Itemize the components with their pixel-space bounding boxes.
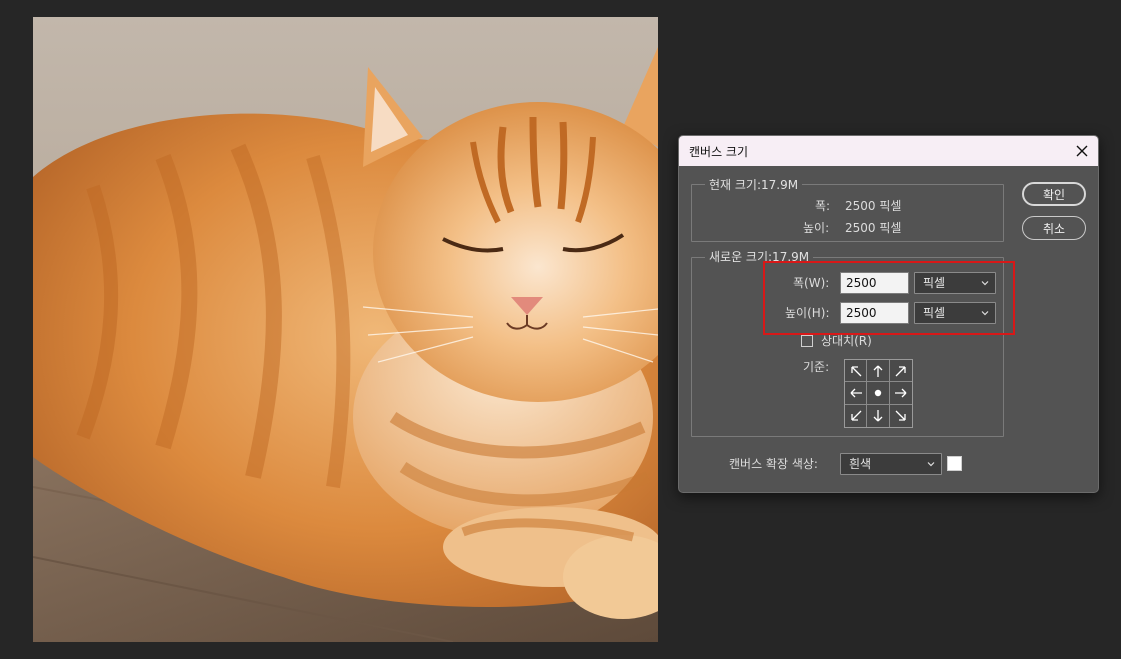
anchor-label: 기준: <box>803 360 830 374</box>
dialog-title: 캔버스 크기 <box>689 145 749 159</box>
anchor-bottom-left[interactable] <box>845 404 868 427</box>
anchor-grid <box>844 359 913 428</box>
arrow-right-icon <box>894 388 907 398</box>
current-height-label: 높이: <box>803 221 830 235</box>
relative-checkbox[interactable] <box>801 335 813 347</box>
cancel-button[interactable]: 취소 <box>1022 216 1086 240</box>
close-button[interactable] <box>1070 139 1094 163</box>
ok-button[interactable]: 확인 <box>1022 182 1086 206</box>
arrow-down-icon <box>873 409 883 422</box>
current-width-value: 2500 픽셀 <box>845 199 902 213</box>
red-highlight-box <box>763 261 1015 335</box>
cat-photo <box>33 17 658 642</box>
arrow-left-icon <box>850 388 862 398</box>
arrow-down-right-icon <box>895 410 906 421</box>
relative-label[interactable]: 상대치(R) <box>821 334 872 348</box>
current-width-label: 폭: <box>815 199 831 213</box>
extension-color-select[interactable]: 흰색 <box>840 453 942 475</box>
anchor-left[interactable] <box>845 382 868 405</box>
canvas-size-dialog: 캔버스 크기 현재 크기:17.9M 폭: 2500 픽셀 높이: 2500 픽… <box>678 135 1099 493</box>
arrow-up-icon <box>873 365 883 377</box>
current-size-legend: 현재 크기:17.9M <box>705 178 803 192</box>
arrow-down-left-icon <box>851 410 862 421</box>
extension-color-label: 캔버스 확장 색상: <box>729 457 818 471</box>
arrow-up-left-icon <box>851 366 862 377</box>
anchor-bottom-right[interactable] <box>890 405 912 427</box>
arrow-up-right-icon <box>895 366 906 377</box>
chevron-down-icon <box>927 462 935 467</box>
canvas-image[interactable] <box>33 17 658 642</box>
dialog-titlebar[interactable]: 캔버스 크기 <box>679 136 1098 166</box>
anchor-center[interactable] <box>867 382 890 405</box>
dot-icon <box>874 389 882 397</box>
anchor-top[interactable] <box>867 360 890 383</box>
extension-color-swatch[interactable] <box>947 456 962 471</box>
anchor-right[interactable] <box>889 382 912 405</box>
anchor-top-right[interactable] <box>889 360 912 383</box>
anchor-bottom[interactable] <box>867 404 890 427</box>
extension-color-value: 흰색 <box>849 457 872 471</box>
photoshop-workspace: 캔버스 크기 현재 크기:17.9M 폭: 2500 픽셀 높이: 2500 픽… <box>0 0 1121 659</box>
current-height-value: 2500 픽셀 <box>845 221 902 235</box>
anchor-top-left[interactable] <box>845 360 868 383</box>
close-icon <box>1076 145 1088 157</box>
